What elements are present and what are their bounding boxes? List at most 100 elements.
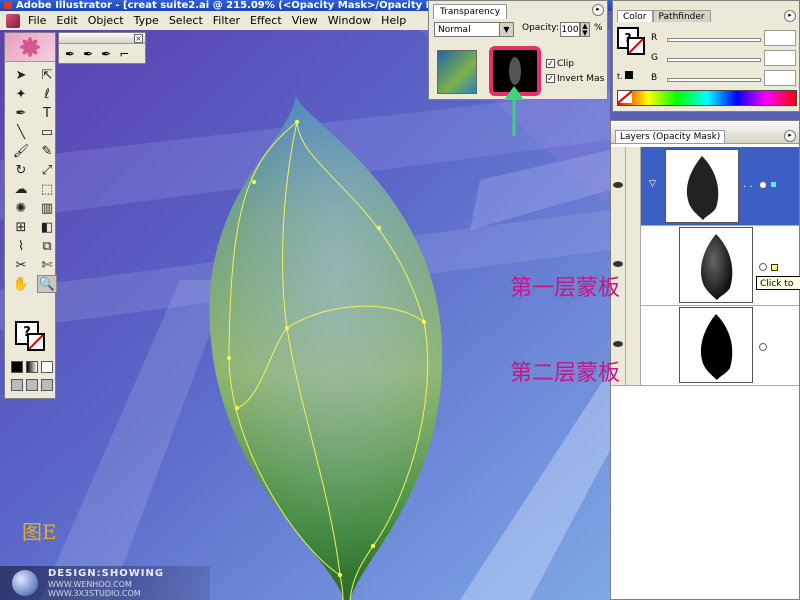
layer-row-opacity-mask[interactable]: ▽ . . [611, 147, 799, 226]
full-screen-mode-icon[interactable] [41, 379, 53, 391]
selection-tool-icon[interactable]: ➤ [11, 66, 31, 84]
line-tool-icon[interactable]: ╲ [11, 123, 31, 141]
gradient-tool-icon[interactable]: ◧ [37, 218, 57, 236]
red-slider[interactable]: R [651, 30, 796, 46]
type-tool-icon[interactable]: T [37, 104, 57, 122]
selection-square-icon[interactable] [771, 182, 776, 187]
menu-select[interactable]: Select [164, 14, 208, 27]
tab-pathfinder[interactable]: Pathfinder [652, 10, 711, 22]
stroke-swatch-icon[interactable] [627, 37, 645, 55]
blend-mode-select[interactable]: Normal ▼ [434, 22, 514, 37]
fill-stroke-widget[interactable]: ? [11, 319, 51, 353]
menu-filter[interactable]: Filter [208, 14, 245, 27]
watermark-line-1: DESIGN:SHOWING [48, 568, 165, 579]
full-screen-menu-mode-icon[interactable] [26, 379, 38, 391]
eye-icon[interactable] [613, 182, 623, 188]
direct-selection-tool-icon[interactable]: ⇱ [37, 66, 57, 84]
transparency-tab[interactable]: Transparency [433, 4, 508, 19]
clip-checkbox[interactable]: ✓ [546, 59, 555, 68]
layer-thumbnail [665, 149, 739, 223]
menu-view[interactable]: View [287, 14, 323, 27]
mesh-tool-icon[interactable]: ⊞ [11, 218, 31, 236]
color-mode-buttons [11, 361, 53, 373]
chevron-down-icon[interactable]: ▼ [499, 23, 513, 36]
magic-wand-tool-icon[interactable]: ✦ [11, 85, 31, 103]
scissors-tool-icon[interactable]: ✄ [37, 256, 57, 274]
delete-anchor-point-tool-icon[interactable]: ✒ [101, 47, 111, 61]
rectangle-tool-icon[interactable]: ▭ [37, 123, 57, 141]
none-swatch-icon[interactable] [617, 90, 633, 104]
panel-menu-icon[interactable]: ▸ [784, 130, 796, 142]
menu-effect[interactable]: Effect [245, 14, 287, 27]
convert-anchor-point-tool-icon[interactable]: ⌐ [119, 47, 129, 61]
layer-row-mask-1[interactable] [611, 225, 799, 306]
color-panel-tabs: Color Pathfinder [617, 10, 711, 22]
slice-tool-icon[interactable]: ✂ [11, 256, 31, 274]
document-icon[interactable] [6, 13, 20, 28]
red-track[interactable] [667, 38, 761, 42]
menu-bar: File Edit Object Type Select Filter Effe… [0, 11, 428, 31]
lock-column[interactable] [626, 305, 641, 385]
menu-window[interactable]: Window [323, 14, 376, 27]
standard-screen-mode-icon[interactable] [11, 379, 23, 391]
color-spectrum-bar[interactable] [617, 90, 797, 106]
menu-type[interactable]: Type [129, 14, 164, 27]
scale-tool-icon[interactable]: ⤢ [37, 161, 57, 179]
menu-file[interactable]: File [23, 14, 51, 27]
blue-track[interactable] [667, 78, 761, 82]
green-value-input[interactable] [764, 50, 796, 66]
fill-stroke-preview[interactable]: ? [617, 27, 647, 57]
gradient-mode-icon[interactable] [26, 361, 38, 373]
rotate-tool-icon[interactable]: ↻ [11, 161, 31, 179]
target-circle-icon[interactable] [759, 343, 767, 351]
graph-tool-icon[interactable]: ▥ [37, 199, 57, 217]
layer-row-mask-2[interactable] [611, 305, 799, 386]
eye-icon[interactable] [613, 341, 623, 347]
pen-flyout-header: × [59, 33, 145, 44]
last-color-indicator[interactable]: t. [617, 71, 633, 81]
expand-triangle-icon[interactable]: ▽ [649, 179, 656, 189]
target-circle-icon[interactable] [759, 263, 767, 271]
layers-tab[interactable]: Layers (Opacity Mask) [615, 130, 726, 143]
pencil-tool-icon[interactable]: ✎ [37, 142, 57, 160]
symbol-sprayer-tool-icon[interactable]: ✺ [11, 199, 31, 217]
panel-menu-icon[interactable]: ▸ [784, 10, 796, 22]
blue-value-input[interactable] [764, 70, 796, 86]
menu-object[interactable]: Object [83, 14, 129, 27]
opacity-input[interactable]: 100 [560, 22, 580, 37]
warp-tool-icon[interactable]: ☁ [11, 180, 31, 198]
stroke-swatch-icon[interactable] [27, 333, 45, 351]
hand-tool-icon[interactable]: ✋ [11, 275, 31, 293]
lock-column[interactable] [626, 225, 641, 305]
close-icon[interactable]: × [134, 34, 143, 43]
pen-tool-icon[interactable]: ✒ [11, 104, 31, 122]
blend-tool-icon[interactable]: ⧉ [37, 237, 57, 255]
lasso-tool-icon[interactable]: ℓ [37, 85, 57, 103]
green-slider[interactable]: G [651, 50, 796, 66]
paintbrush-tool-icon[interactable]: 🖌 [11, 142, 31, 160]
green-track[interactable] [667, 58, 761, 62]
menu-edit[interactable]: Edit [51, 14, 82, 27]
red-value-input[interactable] [764, 30, 796, 46]
panel-menu-icon[interactable]: ▸ [592, 4, 604, 16]
target-circle-icon[interactable] [759, 181, 767, 189]
eyedropper-tool-icon[interactable]: ⌇ [11, 237, 31, 255]
opacity-stepper[interactable]: ▲ ▼ [580, 22, 590, 37]
visibility-column[interactable] [611, 147, 626, 225]
zoom-tool-icon[interactable]: 🔍 [37, 275, 57, 293]
color-mode-icon[interactable] [11, 361, 23, 373]
none-mode-icon[interactable] [41, 361, 53, 373]
free-transform-tool-icon[interactable]: ⬚ [37, 180, 57, 198]
eye-icon[interactable] [613, 261, 623, 267]
lock-column[interactable] [626, 147, 641, 225]
artwork-thumbnail[interactable] [437, 50, 477, 94]
invert-mask-checkbox[interactable]: ✓ [546, 74, 555, 83]
invert-mask-label: Invert Mas [557, 74, 605, 84]
blue-slider[interactable]: B [651, 70, 796, 86]
add-anchor-point-tool-icon[interactable]: ✒ [83, 47, 93, 61]
tab-color[interactable]: Color [617, 10, 653, 22]
ellipsis-icon: . . [743, 179, 753, 190]
menu-help[interactable]: Help [376, 14, 411, 27]
selection-square-icon[interactable] [771, 264, 778, 271]
pen-tool-icon[interactable]: ✒ [65, 47, 75, 61]
